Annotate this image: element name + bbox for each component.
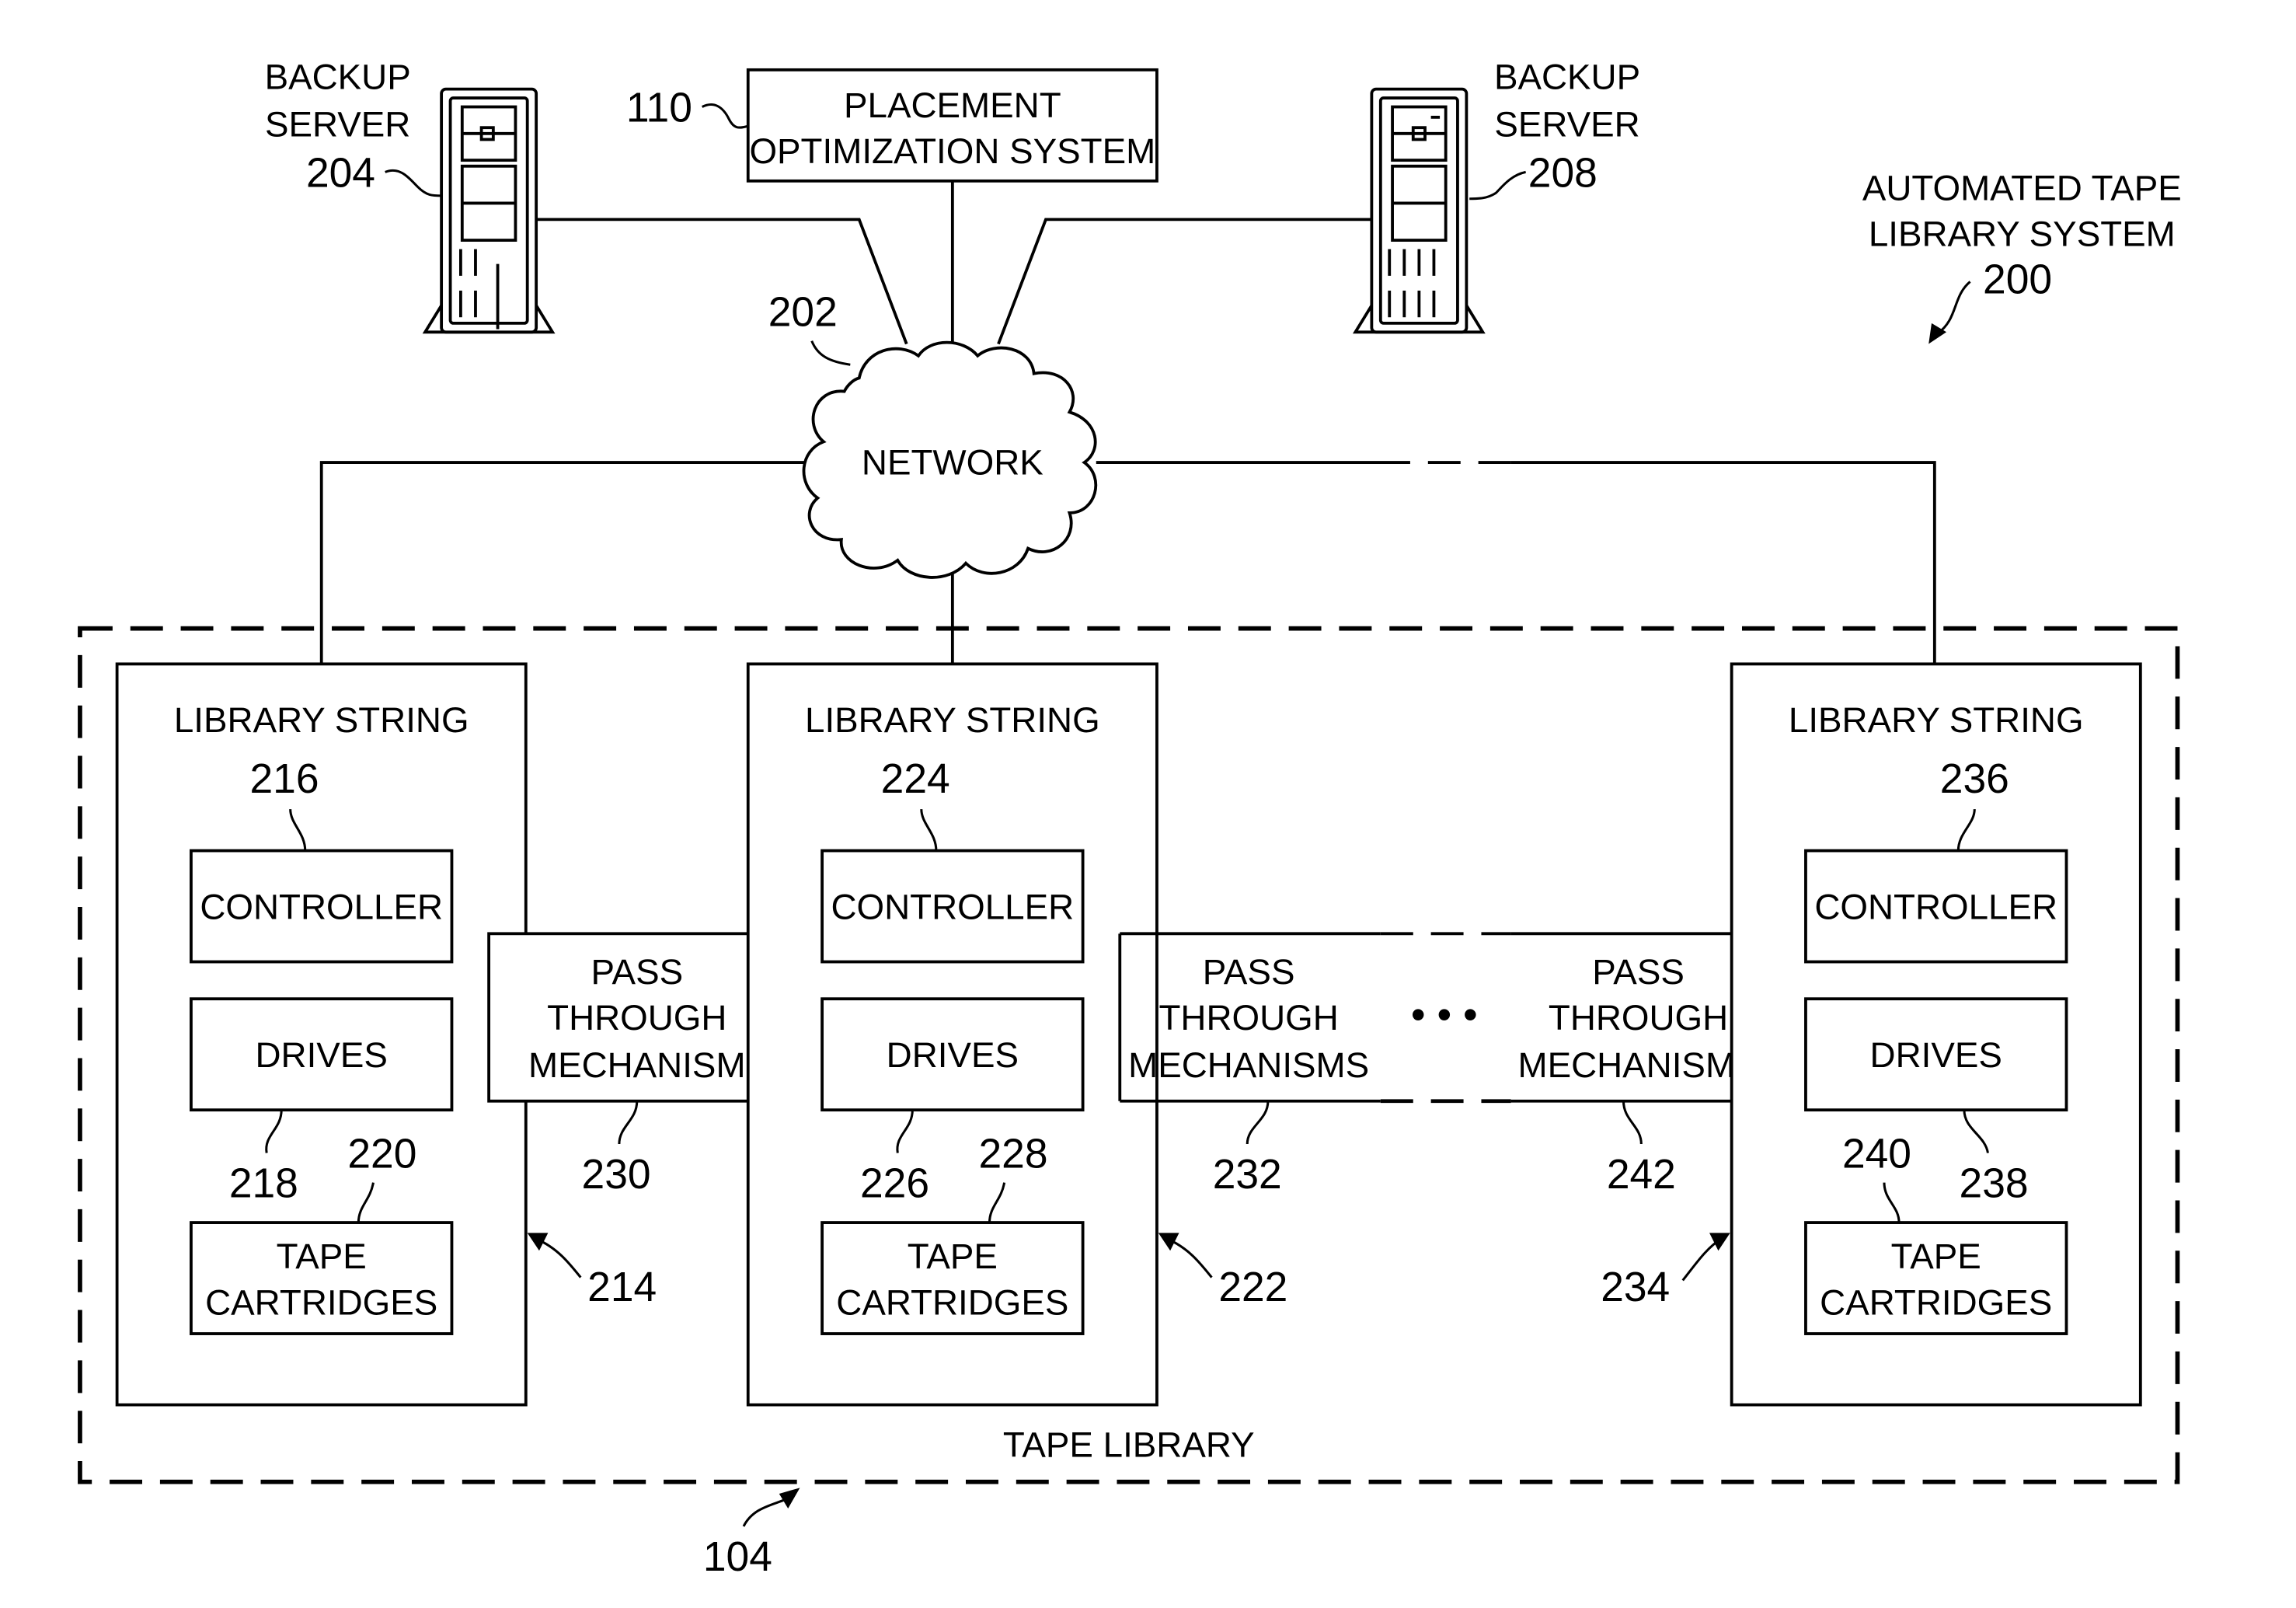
pass-through-mechanism-230: PASS THROUGH MECHANISM 230 (487, 932, 787, 1198)
backup-server-204-ref: 204 (306, 150, 375, 196)
drives-label: DRIVES (1870, 1035, 2002, 1075)
pass-through-line2: THROUGH (547, 998, 726, 1038)
string-ref-222-arrowhead (1158, 1233, 1179, 1251)
link-server-204 (536, 218, 908, 345)
library-string-ref: 216 (250, 756, 319, 802)
backup-server-204-line2: SERVER (265, 105, 410, 145)
controller-label: CONTROLLER (200, 887, 443, 926)
pass-through-232-line2: THROUGH (1158, 998, 1338, 1038)
network-cloud: NETWORK 202 (768, 290, 1098, 579)
tape-ref: 240 (1842, 1132, 1911, 1177)
library-string-label: LIBRARY STRING (805, 700, 1100, 740)
tape-library-label: TAPE LIBRARY (1003, 1425, 1255, 1464)
tape-library-ref: 104 (703, 1534, 772, 1580)
tape-line1: TAPE (908, 1237, 998, 1276)
library-string-216: LIBRARY STRING 216 CONTROLLER DRIVES 218… (115, 662, 528, 1407)
server-icon (422, 87, 556, 334)
backup-server-204-leader (385, 169, 442, 197)
automated-tape-library-diagram: AUTOMATED TAPE LIBRARY SYSTEM 200 PLACEM… (78, 58, 2182, 1580)
system-ref: 200 (1983, 257, 2052, 303)
placement-optimization-system: PLACEMENT OPTIMIZATION SYSTEM 110 (626, 68, 1158, 183)
pass-through-242-ref: 242 (1607, 1152, 1676, 1198)
tape-ref: 228 (978, 1132, 1047, 1177)
pass-through-232-leader (1246, 1100, 1270, 1145)
system-ref-arrowhead (1928, 323, 1947, 344)
pass-through-line3: MECHANISM (528, 1045, 746, 1085)
string-ref-214-arrowhead (527, 1233, 549, 1251)
pass-through-232-ref: 232 (1213, 1152, 1282, 1198)
network-ref-leader (810, 340, 851, 366)
link-server-208 (997, 218, 1372, 345)
ellipsis: • • • (1411, 992, 1478, 1038)
network-label: NETWORK (862, 442, 1043, 482)
library-string-label: LIBRARY STRING (1789, 700, 2084, 740)
tape-line2: CARTRIDGES (836, 1282, 1068, 1322)
pass-through-ref-leader (618, 1100, 639, 1145)
backup-server-208-line1: BACKUP (1494, 58, 1640, 97)
backup-server-204: BACKUP SERVER 204 (265, 58, 556, 334)
pass-through-242-line3: MECHANISMS (1517, 1045, 1758, 1085)
string-ref-214-leader (535, 1237, 582, 1278)
placement-ref: 110 (626, 85, 692, 131)
tape-line2: CARTRIDGES (205, 1282, 437, 1322)
string-ref-214: 214 (587, 1264, 657, 1310)
placement-line1: PLACEMENT (844, 85, 1061, 125)
placement-ref-leader (701, 103, 749, 129)
network-links (319, 180, 1936, 664)
controller-label: CONTROLLER (1814, 887, 2057, 926)
library-string-ref: 224 (881, 756, 950, 802)
backup-server-208-leader (1469, 170, 1527, 201)
string-ref-222: 222 (1218, 1264, 1287, 1310)
drives-ref: 218 (229, 1161, 298, 1207)
pass-through-ref: 230 (582, 1152, 651, 1198)
backup-server-208-line2: SERVER (1494, 105, 1639, 145)
backup-server-208: BACKUP SERVER 208 (1353, 58, 1640, 334)
pass-through-242-line1: PASS (1592, 952, 1685, 992)
string-ref-222-leader (1166, 1237, 1213, 1278)
system-ref-leader (1936, 281, 1971, 335)
backup-server-204-line1: BACKUP (265, 58, 411, 97)
link-string-216 (319, 461, 812, 664)
controller-label: CONTROLLER (831, 887, 1075, 926)
library-string-label: LIBRARY STRING (174, 700, 469, 740)
pass-through-242-leader (1622, 1100, 1643, 1145)
pass-through-line1: PASS (591, 952, 683, 992)
pass-through-mechanisms-232-242: PASS THROUGH MECHANISMS 232 • • • PASS T… (1118, 932, 1772, 1198)
string-ref-234-arrowhead (1709, 1233, 1730, 1251)
tape-line1: TAPE (1891, 1237, 1981, 1276)
string-ref-234: 234 (1601, 1264, 1670, 1310)
drives-label: DRIVES (887, 1035, 1019, 1075)
drives-ref: 226 (860, 1161, 929, 1207)
network-ref: 202 (768, 290, 838, 336)
library-string-224: LIBRARY STRING 224 CONTROLLER DRIVES 226… (746, 662, 1158, 1407)
tape-line1: TAPE (277, 1237, 367, 1276)
pass-through-232-line1: PASS (1203, 952, 1295, 992)
server-icon (1353, 87, 1486, 334)
drives-ref: 238 (1960, 1161, 2029, 1207)
backup-server-208-ref: 208 (1528, 150, 1597, 196)
pass-through-242-line2: THROUGH (1549, 998, 1728, 1038)
library-string-236: LIBRARY STRING 236 CONTROLLER DRIVES 238… (1730, 662, 2142, 1407)
library-string-ref: 236 (1940, 756, 2009, 802)
system-title-line2: LIBRARY SYSTEM (1869, 215, 2176, 254)
tape-library-ref-leader (742, 1498, 786, 1527)
tape-line2: CARTRIDGES (1820, 1282, 2052, 1322)
drives-label: DRIVES (256, 1035, 388, 1075)
system-title: AUTOMATED TAPE LIBRARY SYSTEM 200 (1862, 169, 2182, 344)
tape-library-arrowhead (779, 1488, 800, 1509)
link-string-236-b (1510, 461, 1936, 664)
pass-through-232-line3: MECHANISMS (1128, 1045, 1369, 1085)
system-title-line1: AUTOMATED TAPE (1862, 169, 2182, 208)
tape-ref: 220 (347, 1132, 416, 1177)
placement-line2: OPTIMIZATION SYSTEM (749, 131, 1155, 171)
